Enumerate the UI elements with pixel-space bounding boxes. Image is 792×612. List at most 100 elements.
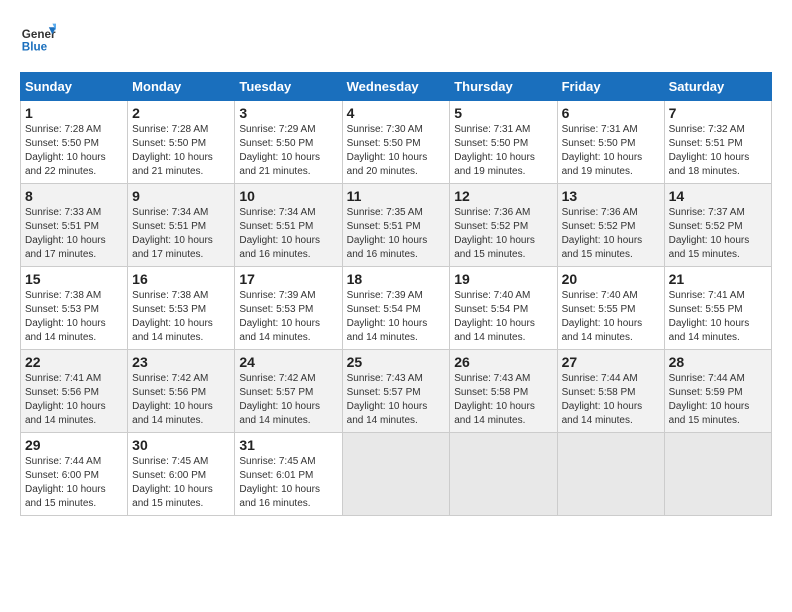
calendar-table: SundayMondayTuesdayWednesdayThursdayFrid…	[20, 72, 772, 516]
calendar-cell: 15 Sunrise: 7:38 AM Sunset: 5:53 PM Dayli…	[21, 267, 128, 350]
day-number: 8	[25, 188, 123, 204]
calendar-week-2: 8 Sunrise: 7:33 AM Sunset: 5:51 PM Daylig…	[21, 184, 772, 267]
day-number: 3	[239, 105, 337, 121]
page-header: General Blue	[20, 20, 772, 56]
day-info: Sunrise: 7:40 AM Sunset: 5:54 PM Dayligh…	[454, 289, 552, 345]
calendar-cell: 25Sunrise: 7:43 AM Sunset: 5:57 PM Dayli…	[342, 350, 450, 433]
day-info: Sunrise: 7:42 AM Sunset: 5:56 PM Dayligh…	[132, 372, 230, 428]
calendar-cell: 7 Sunrise: 7:32 AM Sunset: 5:51 PM Daylig…	[664, 101, 771, 184]
calendar-cell: 8 Sunrise: 7:33 AM Sunset: 5:51 PM Daylig…	[21, 184, 128, 267]
day-info: Sunrise: 7:44 AM Sunset: 5:58 PM Dayligh…	[562, 372, 660, 428]
day-number: 24	[239, 354, 337, 370]
day-info: Sunrise: 7:28 AM Sunset: 5:50 PM Dayligh…	[132, 123, 230, 179]
day-number: 20	[562, 271, 660, 287]
calendar-cell: 21 Sunrise: 7:41 AM Sunset: 5:55 PM Dayli…	[664, 267, 771, 350]
day-number: 14	[669, 188, 767, 204]
day-number: 21	[669, 271, 767, 287]
calendar-cell: 6 Sunrise: 7:31 AM Sunset: 5:50 PM Daylig…	[557, 101, 664, 184]
day-number: 31	[239, 437, 337, 453]
day-number: 23	[132, 354, 230, 370]
day-number: 16	[132, 271, 230, 287]
calendar-cell: 16Sunrise: 7:38 AM Sunset: 5:53 PM Dayli…	[128, 267, 235, 350]
day-number: 6	[562, 105, 660, 121]
calendar-cell: 31Sunrise: 7:45 AM Sunset: 6:01 PM Dayli…	[235, 433, 342, 516]
day-info: Sunrise: 7:34 AM Sunset: 5:51 PM Dayligh…	[132, 206, 230, 262]
day-number: 19	[454, 271, 552, 287]
day-info: Sunrise: 7:34 AM Sunset: 5:51 PM Dayligh…	[239, 206, 337, 262]
weekday-header-row: SundayMondayTuesdayWednesdayThursdayFrid…	[21, 73, 772, 101]
day-info: Sunrise: 7:28 AM Sunset: 5:50 PM Dayligh…	[25, 123, 123, 179]
day-info: Sunrise: 7:29 AM Sunset: 5:50 PM Dayligh…	[239, 123, 337, 179]
weekday-header-thursday: Thursday	[450, 73, 557, 101]
day-info: Sunrise: 7:44 AM Sunset: 6:00 PM Dayligh…	[25, 455, 123, 511]
day-number: 12	[454, 188, 552, 204]
calendar-cell: 28 Sunrise: 7:44 AM Sunset: 5:59 PM Dayli…	[664, 350, 771, 433]
calendar-cell	[557, 433, 664, 516]
calendar-cell	[342, 433, 450, 516]
calendar-cell: 1Sunrise: 7:28 AM Sunset: 5:50 PM Daylig…	[21, 101, 128, 184]
weekday-header-monday: Monday	[128, 73, 235, 101]
calendar-cell: 4 Sunrise: 7:30 AM Sunset: 5:50 PM Daylig…	[342, 101, 450, 184]
day-number: 9	[132, 188, 230, 204]
calendar-week-1: 1Sunrise: 7:28 AM Sunset: 5:50 PM Daylig…	[21, 101, 772, 184]
day-number: 17	[239, 271, 337, 287]
day-info: Sunrise: 7:39 AM Sunset: 5:54 PM Dayligh…	[347, 289, 446, 345]
calendar-cell: 19 Sunrise: 7:40 AM Sunset: 5:54 PM Dayli…	[450, 267, 557, 350]
logo: General Blue	[20, 20, 56, 56]
day-number: 30	[132, 437, 230, 453]
day-info: Sunrise: 7:32 AM Sunset: 5:51 PM Dayligh…	[669, 123, 767, 179]
calendar-cell: 20 Sunrise: 7:40 AM Sunset: 5:55 PM Dayli…	[557, 267, 664, 350]
calendar-cell: 2 Sunrise: 7:28 AM Sunset: 5:50 PM Daylig…	[128, 101, 235, 184]
day-info: Sunrise: 7:38 AM Sunset: 5:53 PM Dayligh…	[25, 289, 123, 345]
day-info: Sunrise: 7:44 AM Sunset: 5:59 PM Dayligh…	[669, 372, 767, 428]
day-info: Sunrise: 7:36 AM Sunset: 5:52 PM Dayligh…	[454, 206, 552, 262]
day-info: Sunrise: 7:39 AM Sunset: 5:53 PM Dayligh…	[239, 289, 337, 345]
calendar-cell: 27 Sunrise: 7:44 AM Sunset: 5:58 PM Dayli…	[557, 350, 664, 433]
day-info: Sunrise: 7:31 AM Sunset: 5:50 PM Dayligh…	[562, 123, 660, 179]
calendar-cell: 23 Sunrise: 7:42 AM Sunset: 5:56 PM Dayli…	[128, 350, 235, 433]
day-info: Sunrise: 7:41 AM Sunset: 5:56 PM Dayligh…	[25, 372, 123, 428]
day-info: Sunrise: 7:43 AM Sunset: 5:58 PM Dayligh…	[454, 372, 552, 428]
weekday-header-wednesday: Wednesday	[342, 73, 450, 101]
day-info: Sunrise: 7:45 AM Sunset: 6:00 PM Dayligh…	[132, 455, 230, 511]
calendar-cell: 29 Sunrise: 7:44 AM Sunset: 6:00 PM Dayli…	[21, 433, 128, 516]
calendar-cell: 30 Sunrise: 7:45 AM Sunset: 6:00 PM Dayli…	[128, 433, 235, 516]
calendar-body: 1Sunrise: 7:28 AM Sunset: 5:50 PM Daylig…	[21, 101, 772, 516]
calendar-cell: 26 Sunrise: 7:43 AM Sunset: 5:58 PM Dayli…	[450, 350, 557, 433]
day-number: 26	[454, 354, 552, 370]
day-info: Sunrise: 7:37 AM Sunset: 5:52 PM Dayligh…	[669, 206, 767, 262]
day-info: Sunrise: 7:33 AM Sunset: 5:51 PM Dayligh…	[25, 206, 123, 262]
day-number: 4	[347, 105, 446, 121]
calendar-cell: 3 Sunrise: 7:29 AM Sunset: 5:50 PM Daylig…	[235, 101, 342, 184]
day-number: 18	[347, 271, 446, 287]
calendar-cell: 10Sunrise: 7:34 AM Sunset: 5:51 PM Dayli…	[235, 184, 342, 267]
day-number: 29	[25, 437, 123, 453]
day-number: 7	[669, 105, 767, 121]
calendar-cell: 14 Sunrise: 7:37 AM Sunset: 5:52 PM Dayli…	[664, 184, 771, 267]
day-info: Sunrise: 7:43 AM Sunset: 5:57 PM Dayligh…	[347, 372, 446, 428]
calendar-cell: 22Sunrise: 7:41 AM Sunset: 5:56 PM Dayli…	[21, 350, 128, 433]
weekday-header-tuesday: Tuesday	[235, 73, 342, 101]
calendar-cell	[664, 433, 771, 516]
day-number: 11	[347, 188, 446, 204]
logo-icon: General Blue	[20, 20, 56, 56]
day-number: 2	[132, 105, 230, 121]
day-info: Sunrise: 7:40 AM Sunset: 5:55 PM Dayligh…	[562, 289, 660, 345]
calendar-week-5: 29 Sunrise: 7:44 AM Sunset: 6:00 PM Dayli…	[21, 433, 772, 516]
calendar-cell: 17 Sunrise: 7:39 AM Sunset: 5:53 PM Dayli…	[235, 267, 342, 350]
day-info: Sunrise: 7:42 AM Sunset: 5:57 PM Dayligh…	[239, 372, 337, 428]
day-number: 5	[454, 105, 552, 121]
day-info: Sunrise: 7:31 AM Sunset: 5:50 PM Dayligh…	[454, 123, 552, 179]
calendar-cell	[450, 433, 557, 516]
weekday-header-saturday: Saturday	[664, 73, 771, 101]
day-info: Sunrise: 7:36 AM Sunset: 5:52 PM Dayligh…	[562, 206, 660, 262]
day-info: Sunrise: 7:41 AM Sunset: 5:55 PM Dayligh…	[669, 289, 767, 345]
day-info: Sunrise: 7:30 AM Sunset: 5:50 PM Dayligh…	[347, 123, 446, 179]
calendar-week-3: 15 Sunrise: 7:38 AM Sunset: 5:53 PM Dayli…	[21, 267, 772, 350]
day-number: 28	[669, 354, 767, 370]
day-number: 27	[562, 354, 660, 370]
weekday-header-friday: Friday	[557, 73, 664, 101]
calendar-cell: 24 Sunrise: 7:42 AM Sunset: 5:57 PM Dayli…	[235, 350, 342, 433]
day-number: 15	[25, 271, 123, 287]
calendar-cell: 13Sunrise: 7:36 AM Sunset: 5:52 PM Dayli…	[557, 184, 664, 267]
